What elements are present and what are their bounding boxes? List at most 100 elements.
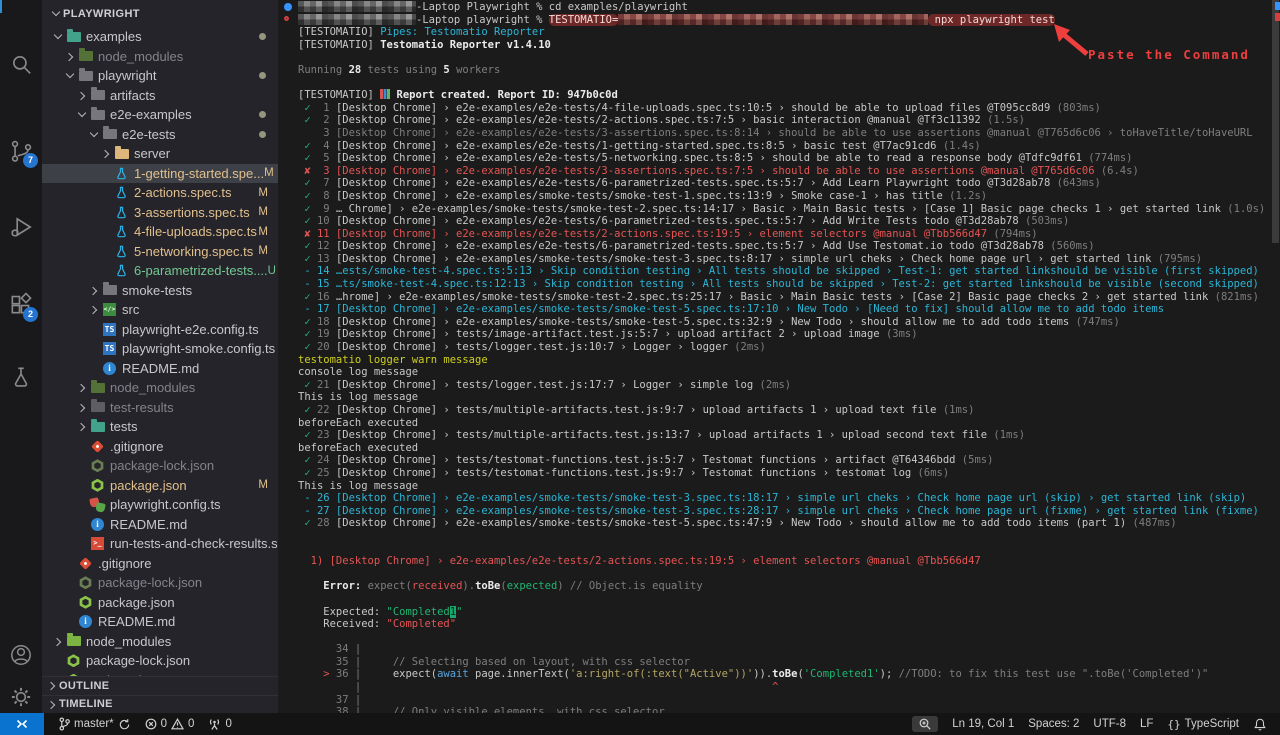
terminal-text: expected <box>507 580 558 592</box>
chevron-right-icon[interactable] <box>88 300 101 319</box>
terminal-text: 9 <box>311 203 336 215</box>
chevron-right-icon[interactable] <box>64 47 77 66</box>
tree-item-playwright-smoke-config-ts[interactable]: TSplaywright-smoke.config.ts <box>42 339 278 359</box>
tree-item-e2e-tests[interactable]: e2e-tests <box>42 125 278 145</box>
tree-item-gitignore[interactable]: .gitignore <box>42 437 278 457</box>
tree-item-run-tests-and-check-results-sh[interactable]: >_run-tests-and-check-results.sh <box>42 534 278 554</box>
terminal-panel[interactable]: -Laptop Playwright % cd examples/playwri… <box>278 0 1280 713</box>
terminal-text: This is log message <box>298 480 418 492</box>
tree-item-readme-md[interactable]: iREADME.md <box>42 612 278 632</box>
terminal-text: ✓ <box>298 215 311 227</box>
tree-item-tests[interactable]: tests <box>42 417 278 437</box>
tree-item-node-modules[interactable]: node_modules <box>42 47 278 67</box>
notifications-bell-icon[interactable] <box>1246 713 1274 735</box>
chevron-down-icon[interactable] <box>52 27 65 46</box>
source-control-icon[interactable]: 7 <box>0 134 42 168</box>
tree-item-node-modules[interactable]: node_modules <box>42 378 278 398</box>
remote-indicator[interactable] <box>0 713 44 735</box>
terminal-line: ✓ 25 [Desktop Chrome] › tests/testomat-f… <box>298 467 1280 480</box>
errors-count: 0 <box>161 718 167 730</box>
terminal-text: [Desktop Chrome] › e2e-examples/e2e-test… <box>336 177 1057 189</box>
terminal-text: 'Completed1' <box>804 668 880 680</box>
chevron-down-icon[interactable] <box>76 105 89 124</box>
chevron-right-icon[interactable] <box>76 86 89 105</box>
ports-status[interactable]: 0 <box>201 713 238 735</box>
chevron-right-icon[interactable] <box>76 378 89 397</box>
chevron-right-icon[interactable] <box>88 281 101 300</box>
workspace-header[interactable]: PLAYWRIGHT <box>42 0 278 27</box>
chevron-right-icon[interactable] <box>76 398 89 417</box>
chevron-spacer <box>76 495 89 514</box>
tree-item-test-results[interactable]: test-results <box>42 398 278 418</box>
tree-item-5-networking-spec-ts[interactable]: 5-networking.spec.tsM <box>42 242 278 262</box>
terminal-text: … Chrome] › e2e-examples/smoke-tests/smo… <box>336 203 1227 215</box>
tree-item-4-file-uploads-spec-ts[interactable]: 4-file-uploads.spec.tsM <box>42 222 278 242</box>
tree-item-6-parametrized-tests[interactable]: 6-parametrized-tests....U <box>42 261 278 281</box>
terminal-text: [TESTOMATIO] <box>298 39 380 51</box>
timeline-section[interactable]: TIMELINE <box>42 695 278 714</box>
run-debug-icon[interactable] <box>0 210 42 244</box>
terminal-line: 35 | // Selecting based on layout, with … <box>298 656 1280 669</box>
tree-item-1-getting-started-spe[interactable]: 1-getting-started.spe...M <box>42 164 278 184</box>
chevron-down-icon[interactable] <box>88 125 101 144</box>
settings-gear-icon[interactable] <box>0 680 42 714</box>
tree-item-node-modules[interactable]: node_modules <box>42 632 278 652</box>
terminal-text: 16 <box>311 291 336 303</box>
chevron-right-icon[interactable] <box>100 144 113 163</box>
screencast-zoom-button[interactable] <box>905 713 945 735</box>
tree-item-readme-md[interactable]: iREADME.md <box>42 515 278 535</box>
chevron-right-icon[interactable] <box>52 632 65 651</box>
tree-item-2-actions-spec-ts[interactable]: 2-actions.spec.tsM <box>42 183 278 203</box>
tree-item-gitignore[interactable]: .gitignore <box>42 554 278 574</box>
tree-item-package-lock-json[interactable]: package-lock.json <box>42 456 278 476</box>
tree-item-3-assertions-spec-ts[interactable]: 3-assertions.spec.tsM <box>42 203 278 223</box>
indentation-status[interactable]: Spaces: 2 <box>1021 713 1086 735</box>
account-icon[interactable] <box>0 638 42 672</box>
cursor-position[interactable]: Ln 19, Col 1 <box>945 713 1021 735</box>
problems-status[interactable]: 0 0 <box>138 713 202 735</box>
branch-status[interactable]: master* <box>52 713 138 735</box>
search-icon[interactable] <box>0 48 42 82</box>
tree-item-readme-md[interactable]: iREADME.md <box>42 359 278 379</box>
terminal-line: ✓ 18 [Desktop Chrome] › e2e-examples/smo… <box>298 316 1280 329</box>
terminal-text: 2 <box>311 114 336 126</box>
language-status[interactable]: {} TypeScript <box>1160 713 1246 735</box>
terminal-text: [Desktop Chrome] › e2e-examples/e2e-test… <box>336 215 1025 227</box>
tree-item-playwright-config-ts[interactable]: playwright.config.ts <box>42 495 278 515</box>
chevron-down-icon[interactable] <box>64 66 77 85</box>
tree-item-examples[interactable]: examples <box>42 27 278 47</box>
terminal-line: ✓ 12 [Desktop Chrome] › e2e-examples/e2e… <box>298 240 1280 253</box>
terminal-line: -Laptop Playwright % cd examples/playwri… <box>298 1 1280 14</box>
terminal-text: ✓ <box>298 379 311 391</box>
tree-item-playwright-e2e-config-ts[interactable]: TSplaywright-e2e.config.ts <box>42 320 278 340</box>
tree-item-e2e-examples[interactable]: e2e-examples <box>42 105 278 125</box>
terminal-text: beforeEach executed <box>298 442 418 454</box>
tree-item-package-lock-json[interactable]: package-lock.json <box>42 573 278 593</box>
terminal-text: 19 <box>311 328 336 340</box>
eol-status[interactable]: LF <box>1133 713 1160 735</box>
tree-item-package-lock-json[interactable]: package-lock.json <box>42 651 278 671</box>
chevron-spacer <box>100 261 113 280</box>
terminal-text: [Desktop Chrome] › e2e-examples/e2e-test… <box>336 240 1050 252</box>
tree-item-server[interactable]: server <box>42 144 278 164</box>
tree-item-src[interactable]: </>src <box>42 300 278 320</box>
testing-icon[interactable] <box>0 360 42 394</box>
outline-section[interactable]: OUTLINE <box>42 676 278 695</box>
tree-item-package-json[interactable]: package.jsonM <box>42 476 278 496</box>
tree-item-playwright[interactable]: playwright <box>42 66 278 86</box>
extensions-icon[interactable]: 2 <box>0 288 42 322</box>
chevron-spacer <box>100 183 113 202</box>
encoding-status[interactable]: UTF-8 <box>1086 713 1133 735</box>
terminal-text: -Laptop Playwright % cd examples/playwri… <box>416 1 688 13</box>
tree-item-package-json[interactable]: package.json <box>42 593 278 613</box>
tree-item-smoke-tests[interactable]: smoke-tests <box>42 281 278 301</box>
chevron-right-icon[interactable] <box>76 417 89 436</box>
git-status-badge: M <box>258 245 268 257</box>
terminal-line: Error: expect(received).toBe(expected) /… <box>298 580 1280 593</box>
terminal-text: [Desktop Chrome] › tests/logger.test.js:… <box>336 379 760 391</box>
command-success-decoration[interactable] <box>284 3 292 11</box>
command-error-decoration[interactable] <box>284 16 289 21</box>
terminal-scrollbar[interactable] <box>1272 0 1279 243</box>
terminal-line: ✓ 10 [Desktop Chrome] › e2e-examples/e2e… <box>298 215 1280 228</box>
tree-item-artifacts[interactable]: artifacts <box>42 86 278 106</box>
